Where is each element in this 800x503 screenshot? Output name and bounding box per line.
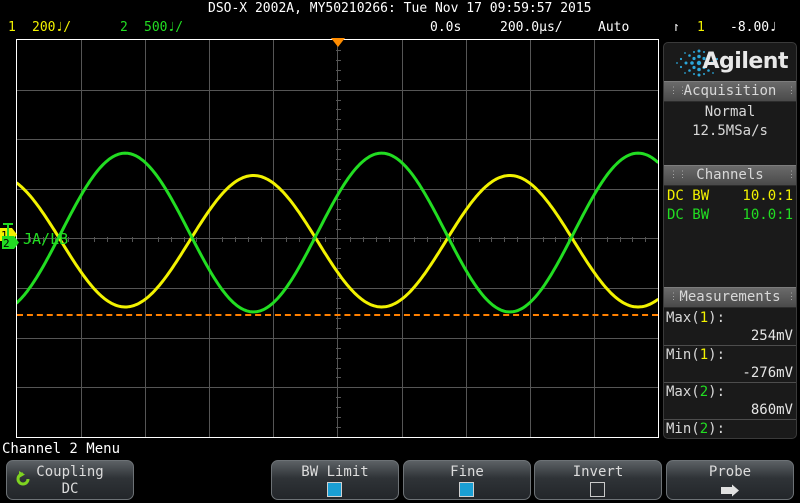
acquisition-header-label: Acquisition <box>683 83 777 99</box>
status-bar: 1 200♩/ 2 500♩/ 0.0s 200.0µs/ Auto ↾ 1 -… <box>0 19 800 36</box>
acquisition-rate: 12.5MSa/s <box>692 123 768 139</box>
section-header-channels[interactable]: ⋮⋮ Channels ⋮⋮ <box>664 165 796 186</box>
channel-ground-markers[interactable]: 1 2 <box>0 222 22 262</box>
trigger-level[interactable]: -8.00♩ <box>730 19 777 36</box>
channel-2-probe-ratio: 10.0:1 <box>742 207 793 223</box>
grip-icon: ⋮⋮ <box>669 86 687 96</box>
measurements-header-label: Measurements <box>679 289 781 305</box>
timebase-scale[interactable]: 200.0µs/ <box>500 19 563 36</box>
grip-icon: ⋮⋮ <box>787 292 796 302</box>
channel-2-coupling: DC BW <box>667 207 710 223</box>
side-panel: Agilent ⋮⋮ Acquisition ⋮⋮ Normal 12.5MSa… <box>663 42 797 439</box>
channels-body: DC BW 10.0:1 DC BW 10.0:1 <box>664 186 796 287</box>
measurement-label: Max(2): <box>666 384 726 400</box>
ch2-ground-marker[interactable]: 2 <box>2 223 19 250</box>
softkey-invert-label: Invert <box>572 464 624 480</box>
trace-channel-2 <box>17 151 658 314</box>
measurement-label: Min(1): <box>666 347 726 363</box>
measurement-value: 860mV <box>750 402 793 418</box>
trigger-position-icon[interactable] <box>331 38 345 47</box>
horizontal-delay[interactable]: 0.0s <box>430 19 461 36</box>
grip-icon: ⋮⋮ <box>787 170 796 180</box>
overlay-label: JA/LB <box>23 230 69 248</box>
measurement-label: Max(1): <box>666 310 726 326</box>
acquisition-mode: Normal <box>704 104 756 120</box>
measurement-name: Min <box>666 347 692 363</box>
measurement-channel: 1 <box>699 310 709 326</box>
measurement-row[interactable]: Max(2): 860mV <box>664 382 796 419</box>
softkey-probe-label: Probe <box>708 464 752 480</box>
ch1-scale[interactable]: 200♩/ <box>32 19 71 36</box>
measurement-value: -276mV <box>742 365 793 381</box>
measurement-name: Min <box>666 421 692 437</box>
measurement-value: 254mV <box>750 328 793 344</box>
measurement-row[interactable]: Min(1): -276mV <box>664 345 796 382</box>
menu-title: Channel 2 Menu <box>2 441 121 457</box>
softkey-invert[interactable]: Invert <box>534 460 662 500</box>
softkey-bw-limit[interactable]: BW Limit <box>271 460 399 500</box>
channel-1-coupling: DC BW <box>667 188 710 204</box>
softkey-coupling-value: DC <box>61 481 79 497</box>
section-header-measurements[interactable]: ⋮⋮ Measurements ⋮⋮ <box>664 287 796 308</box>
ch1-indicator[interactable]: 1 <box>8 19 16 36</box>
oscilloscope-screen: DSO-X 2002A, MY50210266: Tue Nov 17 09:5… <box>0 0 800 503</box>
softkey-bar: Coupling DC BW Limit Fine Invert Probe <box>0 460 800 503</box>
title-bar: DSO-X 2002A, MY50210266: Tue Nov 17 09:5… <box>0 0 800 18</box>
measurement-label: Min(2): <box>666 421 726 437</box>
channel-1-probe-ratio: 10.0:1 <box>742 188 793 204</box>
rising-edge-icon: ↾ <box>672 20 680 35</box>
measurement-channel: 2 <box>699 421 709 437</box>
ch2-scale[interactable]: 500♩/ <box>144 19 183 36</box>
trigger-source[interactable]: 1 <box>697 19 705 36</box>
measurement-row[interactable]: Min(2): -740mV <box>664 419 796 439</box>
bw-limit-checkbox[interactable] <box>327 482 342 497</box>
measurement-name: Max <box>666 310 692 326</box>
measurement-channel: 2 <box>699 384 709 400</box>
grip-icon: ⋮⋮ <box>669 170 687 180</box>
softkey-bw-limit-label: BW Limit <box>301 464 369 480</box>
ch2-indicator[interactable]: 2 <box>120 19 128 36</box>
grip-icon: ⋮⋮ <box>787 86 796 96</box>
softkey-probe[interactable]: Probe <box>666 460 794 500</box>
measurement-row[interactable]: Max(1): 254mV <box>664 309 796 345</box>
sweep-mode[interactable]: Auto <box>598 19 629 36</box>
ch2-marker-label: 2 <box>3 237 10 250</box>
softkey-coupling-label: Coupling <box>36 464 104 480</box>
measurement-name: Max <box>666 384 692 400</box>
waveform-display[interactable]: JA/LB <box>17 40 658 437</box>
channels-header-label: Channels <box>696 167 764 183</box>
channel-row-2[interactable]: DC BW 10.0:1 <box>664 206 796 225</box>
invert-checkbox[interactable] <box>590 482 605 497</box>
measurement-value: -740mV <box>664 438 796 439</box>
grip-icon: ⋮⋮ <box>669 292 687 302</box>
waveform-traces <box>17 151 658 314</box>
softkey-coupling[interactable]: Coupling DC <box>6 460 134 500</box>
instrument-title: DSO-X 2002A, MY50210266: Tue Nov 17 09:5… <box>208 1 592 16</box>
measurement-channel: 1 <box>699 347 709 363</box>
brand-header: Agilent <box>664 43 796 81</box>
fine-checkbox[interactable] <box>459 482 474 497</box>
softkey-fine[interactable]: Fine <box>403 460 531 500</box>
channel-row-1[interactable]: DC BW 10.0:1 <box>664 187 796 206</box>
acquisition-body: Normal 12.5MSa/s <box>664 102 796 165</box>
measurements-body: Max(1): 254mV Min(1): -276mV Max(2): 860… <box>664 308 796 439</box>
brand-name: Agilent <box>702 49 789 74</box>
softkey-fine-label: Fine <box>450 464 484 480</box>
section-header-acquisition[interactable]: ⋮⋮ Acquisition ⋮⋮ <box>664 81 796 102</box>
arrow-down-icon <box>721 484 739 497</box>
